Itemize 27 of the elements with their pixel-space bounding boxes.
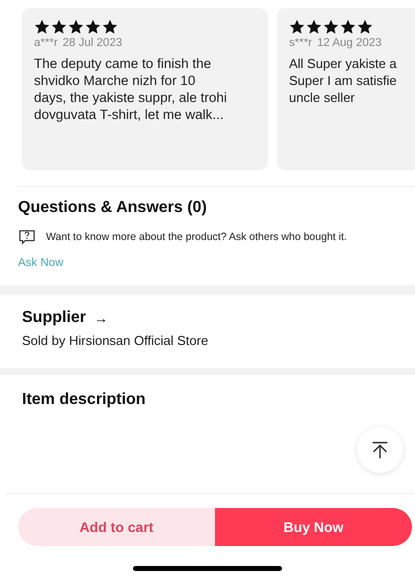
store-name: Sold by Hirsionsan Official Store <box>22 333 210 348</box>
arrow-icon[interactable]: → <box>94 310 108 326</box>
add-to-cart-button[interactable]: Add to cart <box>18 508 215 546</box>
question-bubble-icon <box>18 229 36 245</box>
star-icon <box>306 19 322 35</box>
star-icon <box>85 19 101 35</box>
star-icon <box>34 19 50 35</box>
star-icon <box>51 19 67 35</box>
star-icon <box>68 19 84 35</box>
review-date: 28 Jul 2023 <box>62 37 122 49</box>
ask-now-link[interactable]: Ask Now <box>18 257 64 269</box>
star-icon <box>289 19 305 35</box>
star-icon <box>102 19 118 35</box>
review-text: All Super yakiste a Super I am satisfie uncle seller <box>289 55 398 106</box>
section-title: Item description <box>22 391 147 409</box>
section-title: Questions & Answers (0) <box>18 199 208 217</box>
star-icon <box>357 19 373 35</box>
star-icon <box>323 19 339 35</box>
section-title[interactable]: Supplier <box>22 309 86 327</box>
buy-now-button[interactable]: Buy Now <box>215 508 412 546</box>
question-prompt: Want to know more about the product? Ask others who bought it. <box>46 231 347 243</box>
review-author: s***r <box>289 37 312 49</box>
review-text: The deputy came to finish the shvidko Marche nizh for 10 days, the yakiste suppr, ale trohi dovguvata T-shirt, let me walk... <box>34 55 228 123</box>
review-author: a***r <box>34 37 58 49</box>
scroll-to-top-button[interactable] <box>357 427 403 473</box>
star-icon <box>340 19 356 35</box>
review-date: 12 Aug 2023 <box>317 37 382 49</box>
